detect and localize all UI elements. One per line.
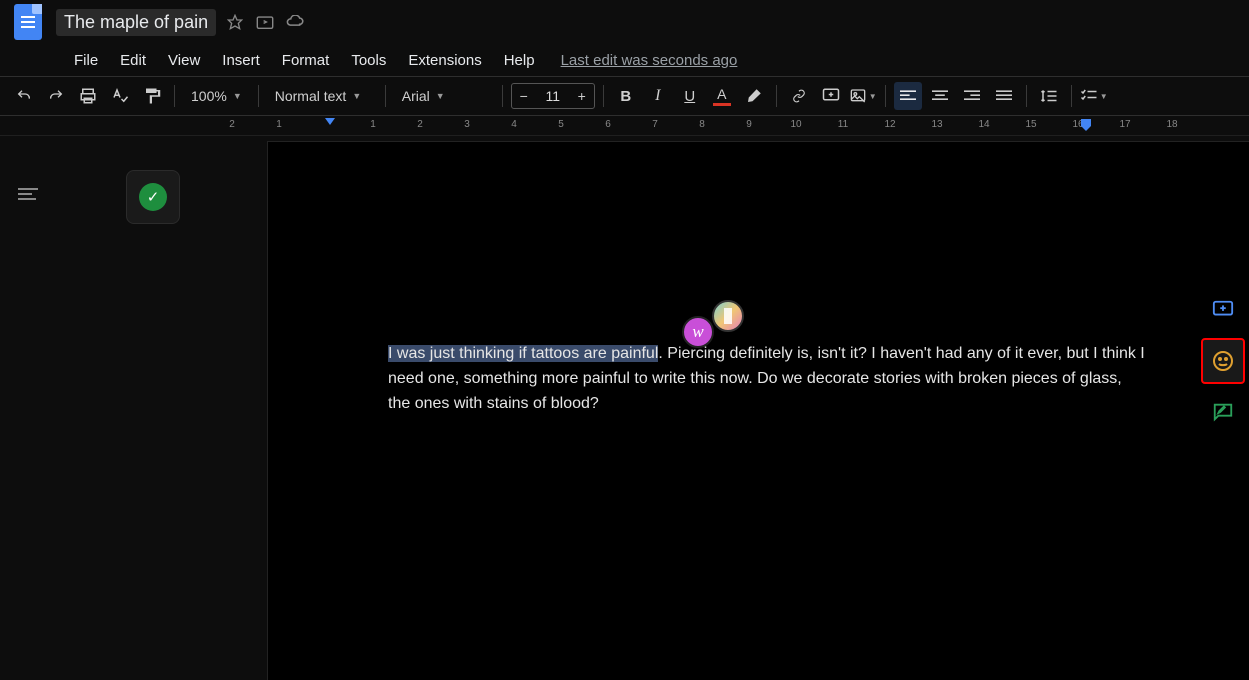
align-right-button[interactable]: [958, 82, 986, 110]
text-color-button[interactable]: A: [708, 82, 736, 110]
zoom-dropdown[interactable]: 100% ▼: [183, 82, 250, 110]
underline-button[interactable]: U: [676, 82, 704, 110]
font-size-value[interactable]: 11: [536, 88, 570, 104]
ruler-indent-marker[interactable]: [325, 118, 335, 125]
toolbar: 100% ▼ Normal text ▼ Arial ▼ − 11 + B I …: [0, 76, 1249, 116]
ruler-tick: 2: [229, 119, 235, 130]
align-justify-button[interactable]: [990, 82, 1018, 110]
redo-button[interactable]: [42, 82, 70, 110]
collaborator-cursor-icon: [712, 300, 744, 332]
ruler-tick: 18: [1166, 119, 1177, 130]
ruler-tick: 8: [699, 119, 705, 130]
ruler-tick: 1: [370, 119, 376, 130]
ruler-tick: 13: [931, 119, 942, 130]
ruler-tick: 11: [838, 119, 848, 130]
ruler-tick: 4: [511, 119, 517, 130]
add-comment-button[interactable]: [817, 82, 845, 110]
add-comment-side-button[interactable]: [1201, 290, 1245, 330]
menu-format[interactable]: Format: [272, 48, 340, 73]
document-body[interactable]: I was just thinking if tattoos are painf…: [388, 342, 1148, 416]
menu-tools[interactable]: Tools: [341, 48, 396, 73]
cloud-saved-icon[interactable]: [284, 11, 306, 33]
font-dropdown[interactable]: Arial ▼: [394, 82, 494, 110]
ruler-tick: 17: [1119, 119, 1130, 130]
ruler-tick: 12: [884, 119, 895, 130]
decrease-font-button[interactable]: −: [512, 88, 536, 104]
ruler-tick: 10: [790, 119, 801, 130]
align-center-button[interactable]: [926, 82, 954, 110]
ruler-right-marker[interactable]: [1080, 118, 1092, 132]
menu-extensions[interactable]: Extensions: [398, 48, 491, 73]
move-icon[interactable]: [254, 11, 276, 33]
side-action-buttons: [1201, 290, 1245, 432]
print-button[interactable]: [74, 82, 102, 110]
title-bar: The maple of pain: [0, 0, 1249, 44]
ruler-tick: 9: [746, 119, 752, 130]
menu-bar: File Edit View Insert Format Tools Exten…: [0, 44, 1249, 76]
spellcheck-button[interactable]: [106, 82, 134, 110]
menu-help[interactable]: Help: [494, 48, 545, 73]
ruler-tick: 7: [652, 119, 658, 130]
insert-link-button[interactable]: [785, 82, 813, 110]
italic-button[interactable]: I: [644, 82, 672, 110]
line-spacing-button[interactable]: [1035, 82, 1063, 110]
undo-button[interactable]: [10, 82, 38, 110]
star-icon[interactable]: [224, 11, 246, 33]
ruler[interactable]: 21123456789101112131415161718: [0, 116, 1249, 136]
paragraph-style-value: Normal text: [275, 88, 347, 104]
ruler-tick: 5: [558, 119, 564, 130]
last-edit-link[interactable]: Last edit was seconds ago: [561, 52, 738, 69]
document-title[interactable]: The maple of pain: [56, 9, 216, 36]
menu-edit[interactable]: Edit: [110, 48, 156, 73]
menu-view[interactable]: View: [158, 48, 210, 73]
ruler-tick: 2: [417, 119, 423, 130]
outline-icon[interactable]: [18, 182, 42, 206]
ruler-tick: 1: [276, 119, 282, 130]
selected-text[interactable]: I was just thinking if tattoos are painf…: [388, 345, 658, 362]
chevron-down-icon: ▼: [352, 91, 361, 101]
document-page[interactable]: w I was just thinking if tattoos are pai…: [267, 141, 1249, 680]
font-size-control: − 11 +: [511, 83, 595, 109]
paragraph-style-dropdown[interactable]: Normal text ▼: [267, 82, 377, 110]
ruler-tick: 6: [605, 119, 611, 130]
docs-logo[interactable]: [10, 0, 46, 44]
main-area: ✓ w I was just thinking if tattoos are p…: [0, 136, 1249, 680]
zoom-value: 100%: [191, 88, 227, 104]
menu-file[interactable]: File: [64, 48, 108, 73]
bold-button[interactable]: B: [612, 82, 640, 110]
ruler-tick: 3: [464, 119, 470, 130]
chevron-down-icon: ▼: [436, 91, 445, 101]
increase-font-button[interactable]: +: [570, 88, 594, 104]
checklist-button[interactable]: ▼: [1080, 82, 1108, 110]
ruler-tick: 15: [1025, 119, 1036, 130]
menu-insert[interactable]: Insert: [212, 48, 270, 73]
suggest-edits-button[interactable]: [1201, 392, 1245, 432]
paint-format-button[interactable]: [138, 82, 166, 110]
left-rail: [0, 136, 60, 680]
chevron-down-icon: ▼: [233, 91, 242, 101]
highlight-button[interactable]: [740, 82, 768, 110]
align-left-button[interactable]: [894, 82, 922, 110]
emoji-reaction-button[interactable]: [1201, 338, 1245, 384]
font-value: Arial: [402, 88, 430, 104]
insert-image-button[interactable]: ▼: [849, 82, 877, 110]
ruler-tick: 14: [978, 119, 989, 130]
